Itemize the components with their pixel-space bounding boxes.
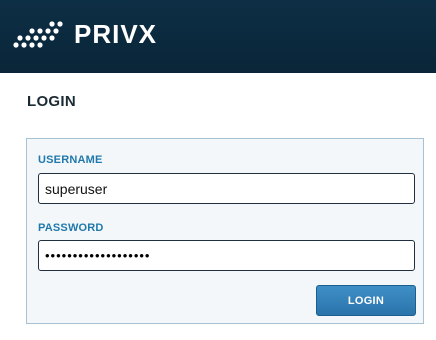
username-label: USERNAME [38,154,103,166]
app-header: PRIVX [0,0,436,73]
username-input[interactable] [38,173,415,204]
password-input[interactable] [38,240,415,271]
dot-pattern-logo-icon [13,21,63,48]
password-label: PASSWORD [38,222,104,234]
brand-name: PRIVX [74,19,158,49]
privx-logo: PRIVX [12,14,157,54]
login-button[interactable]: LOGIN [316,285,416,316]
login-form: USERNAME PASSWORD LOGIN [26,138,424,324]
page-title: LOGIN [27,93,76,110]
